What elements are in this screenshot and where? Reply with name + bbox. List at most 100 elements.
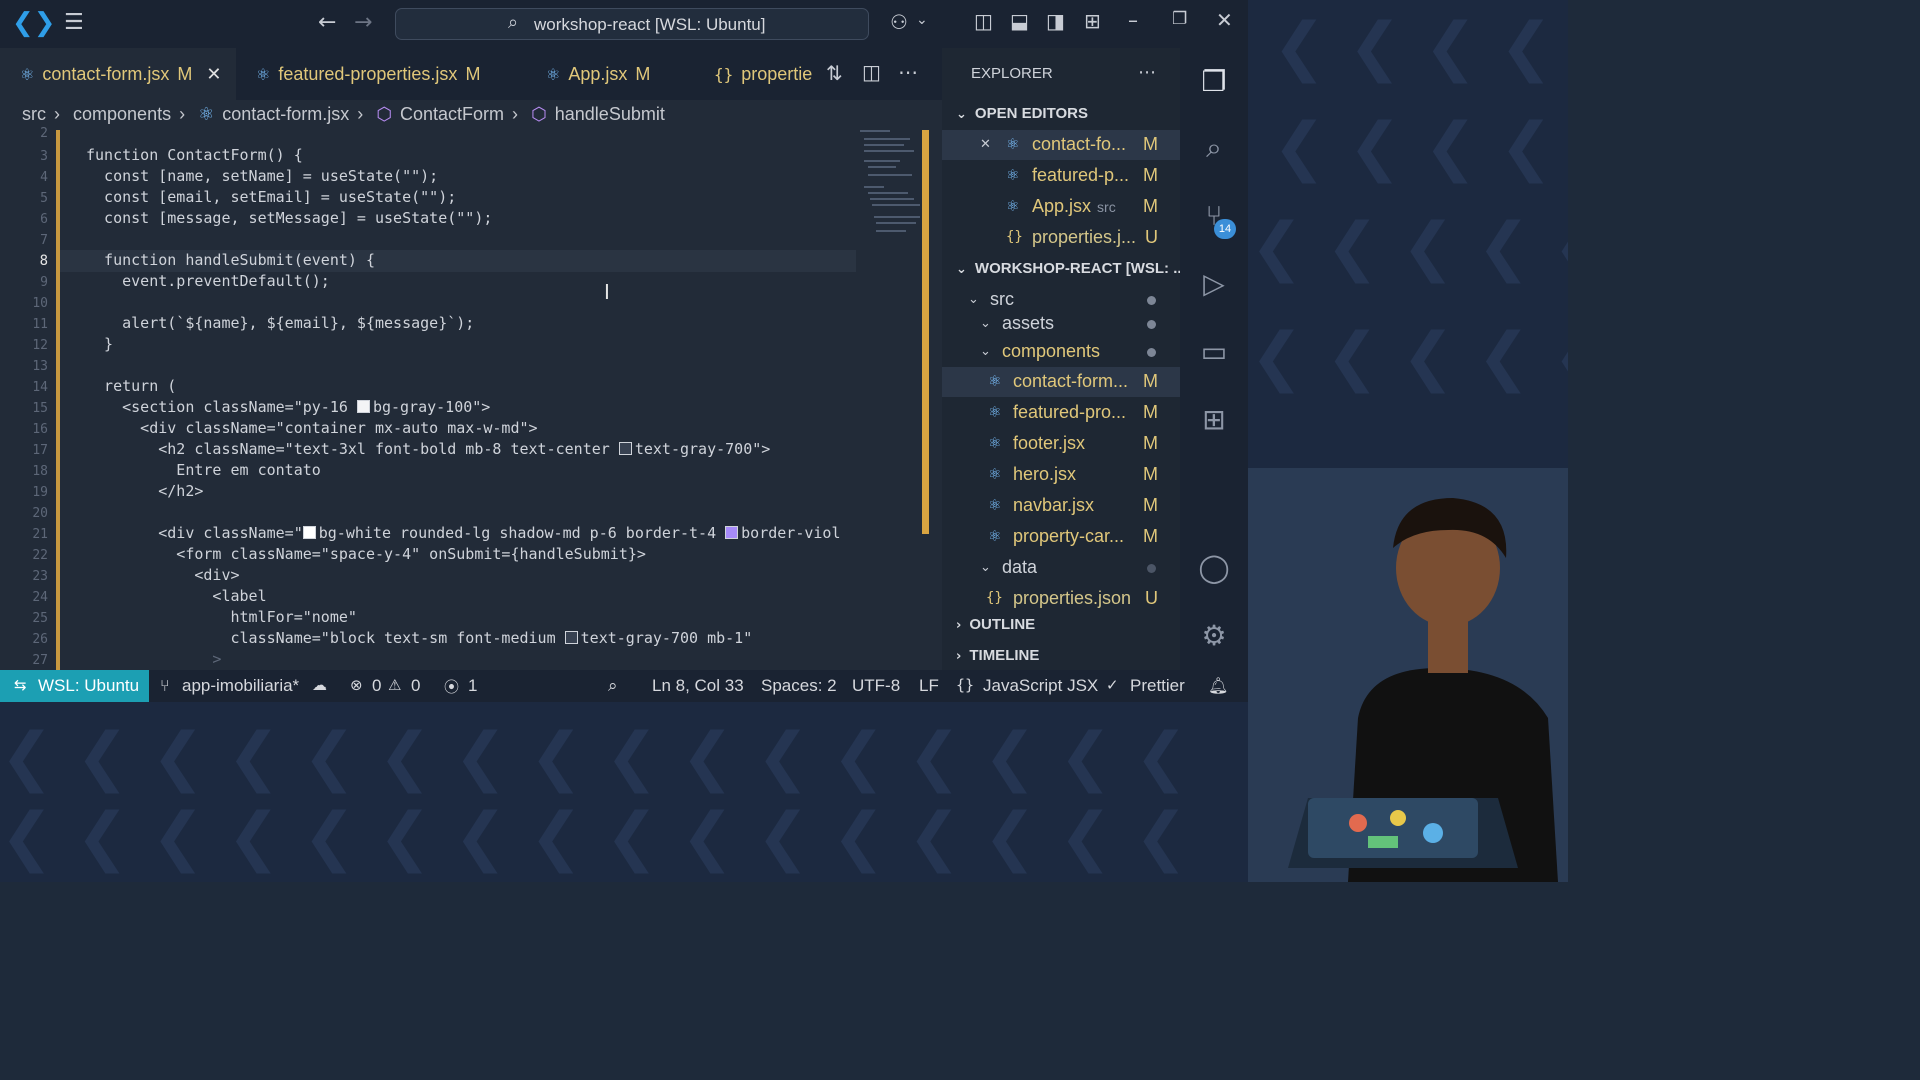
line-number: 2 <box>40 126 48 141</box>
folder-assets[interactable]: ⌄ assets <box>942 309 1180 339</box>
folder-components[interactable]: ⌄ components <box>942 337 1180 367</box>
breadcrumb-item[interactable]: handleSubmit <box>555 104 665 124</box>
compare-changes-icon[interactable]: ⇅ <box>826 61 843 85</box>
folder-data[interactable]: ⌄ data <box>942 553 1180 583</box>
open-editor-item[interactable]: ✕ ⚛ contact-fo... M <box>942 130 1180 160</box>
cursor-position[interactable]: Ln 8, Col 33 <box>652 676 744 696</box>
open-editor-item[interactable]: ⚛ featured-p... M <box>942 161 1180 191</box>
warning-count[interactable]: 0 <box>411 676 420 696</box>
open-editor-item[interactable]: ⚛ App.jsx src M <box>942 192 1180 222</box>
file-status: M <box>1143 196 1158 216</box>
file-item[interactable]: ⚛ property-car... M <box>942 522 1180 552</box>
file-status: M <box>1143 165 1158 185</box>
line-number: 7 <box>40 233 48 248</box>
toggle-panel-icon[interactable]: ⬓ <box>1010 9 1029 33</box>
editor-scrollbar[interactable] <box>922 130 929 534</box>
json-braces-icon: {} <box>714 64 734 84</box>
color-swatch <box>356 400 370 413</box>
outline-header[interactable]: › OUTLINE <box>956 616 1035 633</box>
error-count[interactable]: 0 <box>372 676 381 696</box>
run-debug-icon[interactable]: ▷ <box>1194 264 1234 304</box>
open-editors-header[interactable]: ⌄ OPEN EDITORS <box>956 105 1088 122</box>
react-icon: ⚛ <box>256 64 271 84</box>
tab-featured-properties[interactable]: ⚛ featured-properties.jsx M <box>256 48 480 100</box>
branch-name[interactable]: app-imobiliaria* <box>182 676 299 696</box>
code-editor[interactable]: function ContactForm() { const [name, se… <box>86 145 856 667</box>
file-item[interactable]: ⚛ navbar.jsx M <box>942 491 1180 521</box>
breadcrumb-item[interactable]: components <box>73 104 171 124</box>
color-swatch <box>564 631 578 644</box>
open-editor-item[interactable]: {} properties.j... U <box>942 223 1180 253</box>
forward-arrow-icon[interactable]: → <box>354 10 372 35</box>
explorer-files-icon[interactable]: ❐ <box>1194 62 1234 102</box>
json-braces-icon: {} <box>986 590 1003 606</box>
formatter[interactable]: Prettier <box>1130 676 1185 696</box>
remote-indicator[interactable]: ⇆ WSL: Ubuntu <box>0 670 149 702</box>
notifications-bell-icon[interactable]: 🔔︎ <box>1208 676 1228 695</box>
react-icon: ⚛ <box>198 104 215 125</box>
title-bar: ❮❯ ☰ ← → ⌕ workshop-react [WSL: Ubuntu] … <box>0 0 1248 48</box>
command-center-search[interactable]: ⌕ workshop-react [WSL: Ubuntu] <box>395 8 869 40</box>
code-line: </h2> <box>86 482 204 500</box>
code-line: <div> <box>86 566 240 584</box>
line-ending[interactable]: LF <box>919 676 939 696</box>
tab-properties[interactable]: {} propertie <box>714 48 812 100</box>
more-actions-icon[interactable]: ⋯ <box>1138 62 1156 83</box>
file-item[interactable]: ⚛ featured-pro... M <box>942 398 1180 428</box>
file-item[interactable]: ⚛ contact-form... M <box>942 367 1180 397</box>
zoom-icon[interactable]: ⌕ <box>608 676 618 696</box>
timeline-header[interactable]: › TIMELINE <box>956 647 1039 664</box>
minimap[interactable] <box>856 126 924 246</box>
tab-contact-form[interactable]: ⚛ contact-form.jsx M ✕ <box>0 48 236 100</box>
sync-icon[interactable]: ☁ <box>312 676 327 694</box>
breadcrumb-item[interactable]: ContactForm <box>400 104 504 124</box>
encoding[interactable]: UTF-8 <box>852 676 900 696</box>
warning-icon: ⚠ <box>388 676 402 694</box>
customize-layout-icon[interactable]: ⊞ <box>1084 9 1101 33</box>
toggle-sidebar-icon[interactable]: ◫ <box>974 9 993 33</box>
breadcrumb-item[interactable]: src <box>22 104 46 124</box>
editor-tabs: ⚛ contact-form.jsx M ✕ ⚛ featured-proper… <box>0 48 942 100</box>
line-number: 18 <box>32 464 48 479</box>
minimize-icon[interactable]: – <box>1128 8 1138 32</box>
chevron-down-icon[interactable]: ⌄ <box>916 12 928 28</box>
source-control-badge: 14 <box>1214 219 1236 239</box>
search-icon[interactable]: ⌕ <box>1194 128 1234 168</box>
code-line: <section className="py-16 bg-gray-100"> <box>86 397 490 418</box>
close-tab-icon[interactable]: ✕ <box>206 64 221 85</box>
remote-explorer-icon[interactable]: ▭ <box>1194 332 1234 372</box>
file-item[interactable]: ⚛ footer.jsx M <box>942 429 1180 459</box>
language-mode[interactable]: JavaScript JSX <box>983 676 1098 696</box>
menu-icon[interactable]: ☰ <box>64 10 84 35</box>
folder-name: assets <box>1002 313 1055 333</box>
close-icon[interactable]: ✕ <box>980 137 991 152</box>
workspace-header[interactable]: ⌄ WORKSHOP-REACT [WSL: ... <box>956 260 1186 277</box>
copilot-icon[interactable]: ⚇ <box>890 10 908 34</box>
indentation[interactable]: Spaces: 2 <box>761 676 837 696</box>
code-line: event.preventDefault(); <box>86 272 330 290</box>
split-editor-icon[interactable]: ◫ <box>862 60 881 84</box>
ports-count[interactable]: 1 <box>468 676 477 696</box>
extensions-icon[interactable]: ⊞ <box>1194 400 1234 440</box>
chevron-right-icon: › <box>357 104 364 124</box>
restore-icon[interactable]: ❐ <box>1172 9 1187 29</box>
line-number: 20 <box>32 506 48 521</box>
file-item[interactable]: ⚛ hero.jsx M <box>942 460 1180 490</box>
back-arrow-icon[interactable]: ← <box>318 10 336 35</box>
settings-gear-icon[interactable]: ⚙ <box>1194 616 1234 656</box>
tab-status: M <box>635 63 651 84</box>
file-status: M <box>1143 464 1158 484</box>
error-icon: ⊗ <box>350 676 363 694</box>
line-number: 14 <box>32 380 48 395</box>
remote-label: WSL: Ubuntu <box>38 676 140 695</box>
tab-app[interactable]: ⚛ App.jsx M <box>546 48 650 100</box>
breadcrumb-item[interactable]: contact-form.jsx <box>222 104 349 124</box>
file-name: footer.jsx <box>1013 433 1086 453</box>
accounts-icon[interactable]: ◯ <box>1194 548 1234 588</box>
more-actions-icon[interactable]: ⋯ <box>898 60 918 84</box>
vscode-logo-icon: ❮❯ <box>12 8 56 38</box>
file-item[interactable]: {} properties.json U <box>942 584 1180 614</box>
close-window-icon[interactable]: ✕ <box>1216 8 1233 32</box>
file-status: M <box>1143 495 1158 515</box>
toggle-secondary-sidebar-icon[interactable]: ◨ <box>1046 9 1065 33</box>
